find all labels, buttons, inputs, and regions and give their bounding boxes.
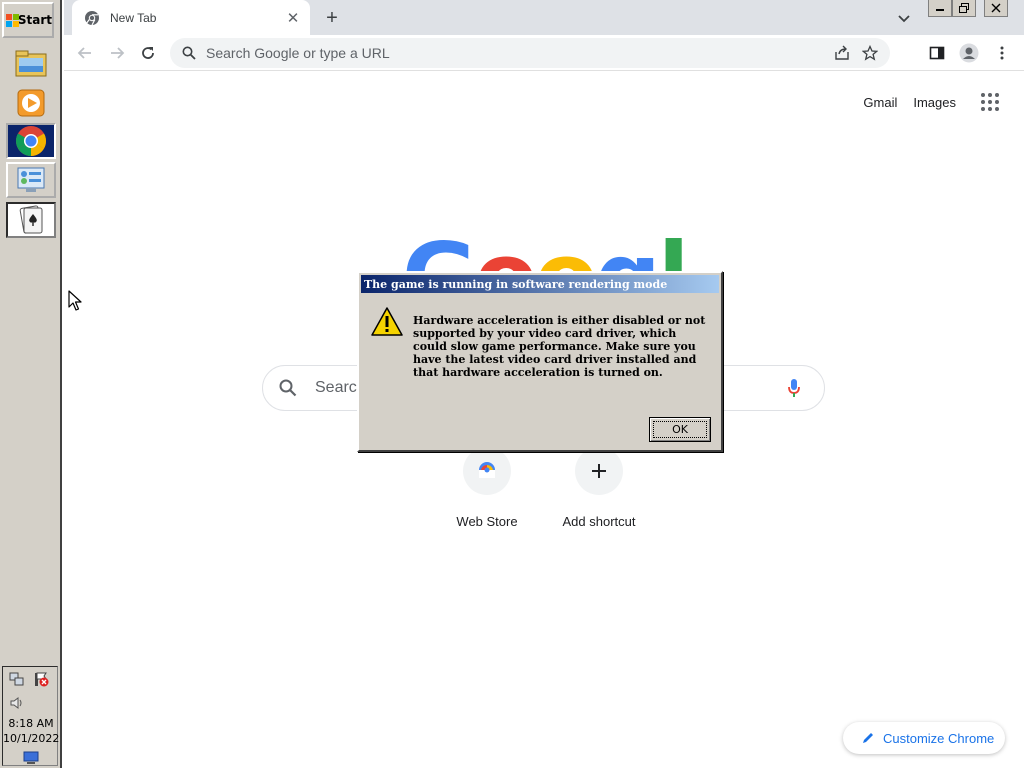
pencil-icon (863, 733, 873, 743)
security-alert-icon[interactable] (33, 671, 49, 687)
folder-icon (15, 50, 47, 77)
start-label: Start (17, 13, 52, 27)
media-player-icon (17, 89, 45, 117)
tab-title: New Tab (110, 10, 157, 25)
software-rendering-dialog: The game is running in software renderin… (357, 271, 723, 452)
restore-button[interactable] (952, 0, 976, 17)
tab-strip: New Tab ✕ + (64, 0, 1024, 35)
tab-search-chevron-down-icon[interactable] (894, 8, 914, 28)
volume-icon[interactable] (9, 695, 25, 711)
taskbar-app-solitaire[interactable] (6, 202, 56, 238)
browser-toolbar: Search Google or type a URL (64, 35, 1024, 71)
forward-arrow-icon (111, 47, 125, 59)
address-bar[interactable]: Search Google or type a URL (170, 38, 890, 68)
new-tab-button[interactable]: + (320, 6, 344, 30)
ok-button[interactable]: OK (649, 417, 711, 442)
search-icon (279, 376, 303, 400)
cards-icon (19, 205, 43, 234)
chrome-favicon-icon (85, 10, 99, 25)
address-bar-placeholder: Search Google or type a URL (206, 45, 390, 61)
show-desktop-icon[interactable] (23, 749, 39, 765)
dialog-title: The game is running in software renderin… (364, 277, 668, 291)
taskbar-app-chrome[interactable] (6, 123, 56, 159)
warning-icon (371, 307, 403, 336)
minimize-icon (936, 9, 944, 11)
start-button[interactable]: Start (2, 2, 54, 38)
images-link[interactable]: Images (913, 95, 956, 110)
close-icon (991, 3, 1001, 13)
system-tray: 8:18 AM 10/1/2022 (2, 666, 59, 766)
back-button[interactable] (72, 40, 98, 66)
header-links: Gmail Images (863, 91, 1024, 113)
clock-time[interactable]: 8:18 AM (3, 717, 59, 730)
bookmark-star-icon[interactable] (856, 39, 884, 67)
taskbar-app-media-player[interactable] (6, 85, 56, 121)
minimize-button[interactable] (928, 0, 952, 17)
back-arrow-icon (77, 47, 91, 59)
windows-logo-icon (6, 13, 19, 27)
customize-chrome-label: Customize Chrome (883, 730, 995, 746)
voice-search-mic-icon[interactable] (782, 376, 806, 400)
reload-icon (142, 47, 154, 59)
tab-new-tab[interactable]: New Tab ✕ (72, 0, 310, 35)
side-panel-button[interactable] (924, 40, 950, 66)
control-panel-icon (17, 167, 45, 192)
shortcut-label: Add shortcut (562, 514, 636, 529)
restore-icon (959, 3, 969, 13)
side-panel-icon (929, 46, 945, 60)
mouse-cursor-icon (68, 290, 82, 311)
shortcut-add[interactable]: Add shortcut (543, 443, 655, 539)
close-window-button[interactable] (984, 0, 1008, 17)
profile-avatar-icon (959, 43, 979, 63)
browser-menu-button[interactable] (989, 40, 1015, 66)
taskbar: Start 8:18 AM 10/1/2022 (0, 0, 62, 768)
reload-button[interactable] (135, 40, 161, 66)
customize-chrome-button[interactable]: Customize Chrome (843, 722, 1005, 754)
network-icon[interactable] (9, 671, 25, 687)
taskbar-app-file-explorer[interactable] (6, 45, 56, 81)
search-icon (182, 46, 196, 60)
web-store-icon (463, 447, 511, 495)
forward-button[interactable] (104, 40, 130, 66)
gmail-link[interactable]: Gmail (863, 95, 897, 110)
profile-button[interactable] (956, 40, 982, 66)
google-apps-grid-icon[interactable] (978, 90, 1002, 114)
shortcut-label: Web Store (456, 514, 518, 529)
taskbar-app-control-panel[interactable] (6, 162, 56, 198)
dialog-titlebar[interactable]: The game is running in software renderin… (361, 275, 719, 293)
dialog-message: Hardware acceleration is either disabled… (413, 314, 706, 379)
chrome-icon (15, 126, 47, 156)
tab-close-icon[interactable]: ✕ (284, 9, 302, 27)
plus-icon (575, 447, 623, 495)
clock-date[interactable]: 10/1/2022 (3, 732, 59, 745)
share-icon[interactable] (828, 39, 856, 67)
more-vertical-icon (1000, 46, 1004, 60)
shortcut-web-store[interactable]: Web Store (431, 443, 543, 539)
